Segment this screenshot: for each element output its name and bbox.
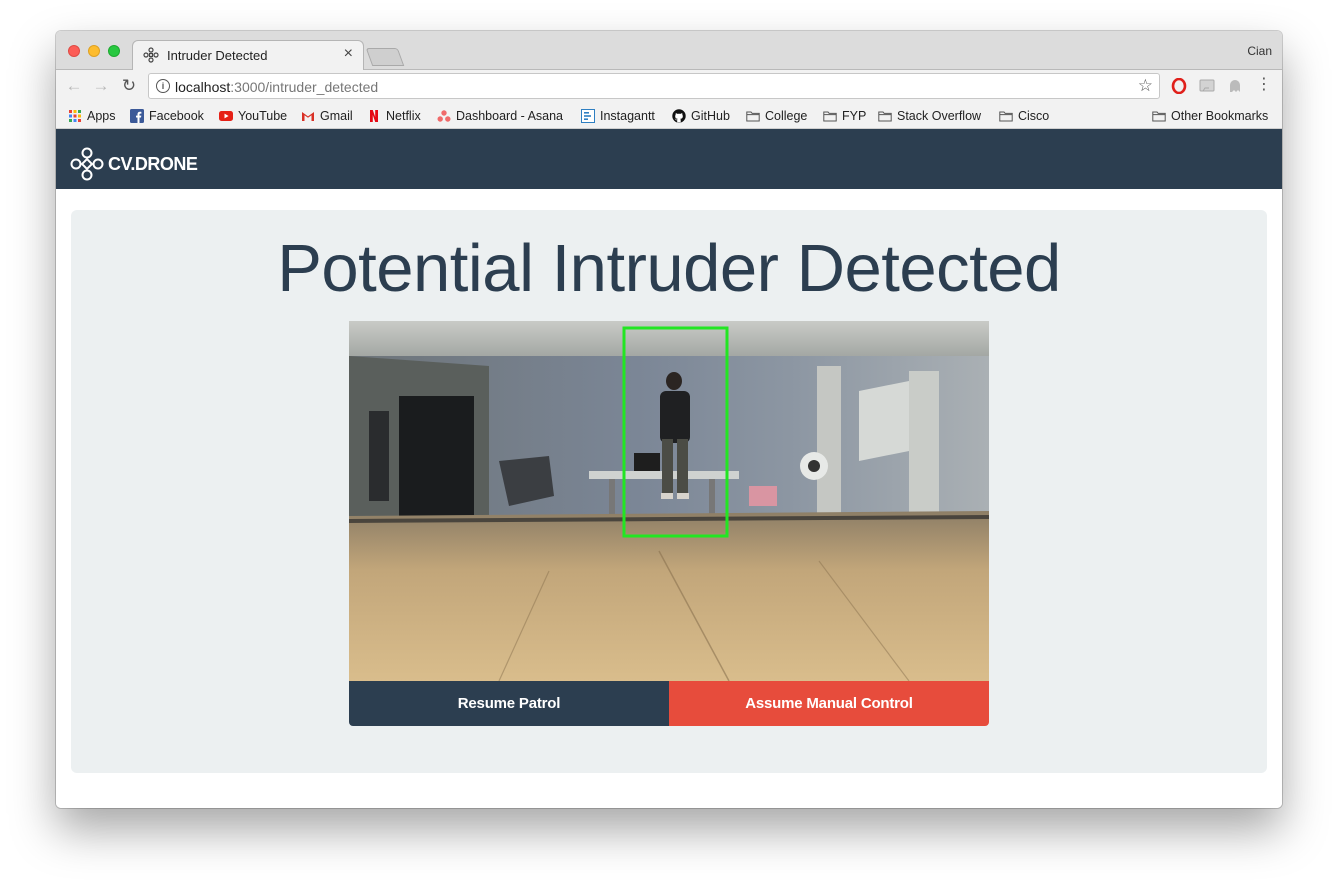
url-host: localhost [175, 79, 231, 95]
brand-name: CV.DRONE [108, 153, 198, 174]
bookmarks-bar: Apps Facebook YouTube Gmail Netflix Dash… [56, 103, 1282, 129]
url-path: :3000/intruder_detected [230, 79, 379, 95]
bookmark-label: Other Bookmarks [1171, 108, 1269, 123]
bookmark-label: YouTube [238, 108, 288, 123]
gmail-icon [302, 111, 314, 121]
bookmark-asana[interactable]: Dashboard - Asana [437, 107, 563, 124]
bookmark-label: FYP [842, 108, 867, 123]
bookmark-facebook[interactable]: Facebook [130, 107, 204, 124]
bookmark-label: Facebook [149, 108, 204, 123]
folder-icon [746, 111, 760, 121]
page-title: Potential Intruder Detected [277, 231, 1061, 306]
close-window-button[interactable] [68, 45, 80, 57]
browser-toolbar: ← → ↻ i localhost:3000/intruder_detected… [56, 70, 1282, 103]
bookmark-label: Cisco [1018, 108, 1050, 123]
tab-strip: Intruder Detected × Cian [56, 31, 1282, 70]
bookmark-label: Stack Overflow [897, 108, 982, 123]
reload-icon[interactable]: ↻ [119, 76, 139, 96]
ghostery-extension-icon[interactable] [1227, 78, 1243, 94]
bookmark-label: Netflix [386, 108, 421, 123]
rss-extension-icon[interactable] [1199, 78, 1215, 94]
zoom-window-button[interactable] [108, 45, 120, 57]
tab-intruder-detected[interactable]: Intruder Detected × [132, 40, 364, 70]
bookmark-stack-overflow[interactable]: Stack Overflow [878, 107, 981, 124]
bookmark-label: GitHub [691, 108, 730, 123]
address-bar[interactable]: i localhost:3000/intruder_detected ☆ [148, 73, 1160, 99]
bookmark-apps[interactable]: Apps [68, 107, 116, 124]
bookmark-college[interactable]: College [746, 107, 807, 124]
folder-icon [878, 111, 892, 121]
bookmark-label: Gmail [320, 108, 353, 123]
apps-grid-icon [69, 109, 81, 122]
app-navbar: CV.DRONE [56, 129, 1282, 189]
profile-name[interactable]: Cian [1247, 44, 1272, 58]
resume-patrol-button[interactable]: Resume Patrol [349, 681, 669, 726]
youtube-icon [219, 110, 233, 121]
bookmark-cisco[interactable]: Cisco [999, 107, 1049, 124]
bookmark-netflix[interactable]: Netflix [367, 107, 421, 124]
forward-icon[interactable]: → [91, 76, 111, 96]
brand-link[interactable]: CV.DRONE [70, 147, 198, 181]
kebab-menu-icon[interactable]: ⋮ [1256, 76, 1272, 94]
camera-frame [349, 321, 989, 681]
other-bookmarks[interactable]: Other Bookmarks [1152, 107, 1268, 124]
folder-icon [1152, 111, 1166, 121]
info-icon[interactable]: i [156, 79, 170, 93]
github-icon [672, 108, 686, 123]
facebook-icon [130, 108, 144, 123]
netflix-icon [370, 109, 378, 122]
folder-icon [823, 111, 837, 121]
bookmark-gmail[interactable]: Gmail [301, 107, 353, 124]
bookmark-fyp[interactable]: FYP [823, 107, 866, 124]
assume-manual-control-button[interactable]: Assume Manual Control [669, 681, 989, 726]
alert-panel: Potential Intruder Detected Resume Patro… [71, 210, 1267, 773]
minimize-window-button[interactable] [88, 45, 100, 57]
url-text[interactable]: localhost:3000/intruder_detected [175, 79, 378, 95]
asana-icon [437, 109, 451, 122]
camera-feed-image [349, 321, 989, 681]
bookmark-label: Dashboard - Asana [456, 108, 564, 123]
bookmark-label: Instagantt [600, 108, 655, 123]
bookmark-label: College [765, 108, 808, 123]
drone-favicon-icon [143, 47, 159, 63]
opera-extension-icon[interactable] [1171, 78, 1187, 94]
page-content: CV.DRONE Potential Intruder Detected Res… [56, 129, 1282, 808]
drone-logo-icon [70, 147, 104, 181]
bookmark-github[interactable]: GitHub [672, 107, 730, 124]
bookmark-youtube[interactable]: YouTube [219, 107, 287, 124]
new-tab-button[interactable] [365, 48, 405, 66]
bookmark-label: Apps [87, 108, 116, 123]
back-icon[interactable]: ← [64, 76, 84, 96]
bookmark-star-icon[interactable]: ☆ [1138, 76, 1153, 96]
bookmark-instagantt[interactable]: Instagantt [581, 107, 655, 124]
instagantt-icon [581, 108, 595, 123]
tab-title: Intruder Detected [167, 48, 268, 63]
tab-close-icon[interactable]: × [344, 46, 353, 62]
browser-window: Intruder Detected × Cian ← → ↻ i localho… [56, 31, 1282, 808]
folder-icon [999, 111, 1013, 121]
